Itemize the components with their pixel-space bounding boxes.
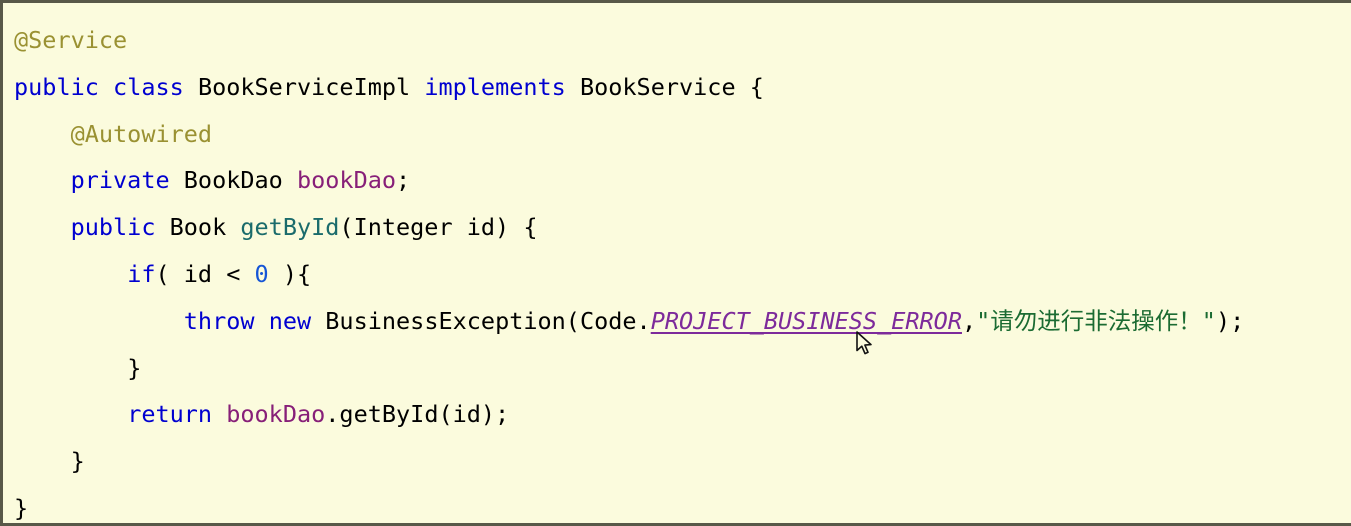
code-token-string: " [1201, 306, 1216, 335]
code-token-plain: BookDao [169, 166, 297, 195]
code-token-plain: .getById(id); [325, 400, 510, 429]
code-token-keyword: new [268, 306, 312, 335]
code-token-keyword: throw [183, 306, 255, 335]
code-line[interactable]: public Book getById(Integer id) { [3, 204, 1351, 251]
code-token-keyword: public [70, 213, 156, 242]
code-token-plain: , [961, 306, 977, 335]
code-line[interactable]: public class BookServiceImpl implements … [3, 64, 1351, 111]
code-token-string: " [976, 306, 991, 335]
code-token-number: 0 [254, 259, 269, 288]
code-line[interactable]: } [3, 345, 1351, 392]
code-token-plain: BookServiceImpl [183, 72, 425, 101]
code-token-keyword: if [127, 259, 156, 288]
code-token-keyword: class [113, 72, 184, 101]
code-token-keyword: private [70, 166, 170, 195]
code-token-plain: (Integer id) { [339, 213, 538, 242]
code-token-field: bookDao [226, 400, 326, 429]
code-token-plain: BusinessException(Code. [311, 306, 651, 335]
code-token-plain: } [14, 493, 29, 522]
code-token-plain: ( id < [155, 259, 255, 288]
code-editor-pane[interactable]: @Service public class BookServiceImpl imp… [0, 0, 1351, 526]
code-token-method: getById [240, 213, 340, 242]
code-line[interactable]: throw new BusinessException(Code.PROJECT… [3, 298, 1351, 345]
code-token-cjk-string: 请勿进行非法操作！ [990, 306, 1202, 335]
code-line[interactable]: private BookDao bookDao; [3, 157, 1351, 204]
code-token-plain: Book [155, 213, 241, 242]
code-token-plain: } [127, 353, 142, 382]
code-token-keyword: implements [424, 72, 566, 101]
code-token-plain: ){ [268, 259, 312, 288]
code-token-annotation: @Service [14, 26, 128, 54]
code-token-keyword: public [14, 72, 99, 101]
code-line[interactable]: } [3, 485, 1351, 523]
code-token-plain: } [70, 447, 85, 476]
code-line[interactable]: @Service [3, 17, 1351, 64]
code-content[interactable]: @Service public class BookServiceImpl imp… [3, 3, 1351, 523]
code-token-field: bookDao [296, 166, 397, 195]
code-token-plain: ); [1215, 306, 1245, 335]
code-line[interactable]: if( id < 0 ){ [3, 251, 1351, 298]
code-line[interactable]: } [3, 438, 1351, 485]
code-token-plain: BookService { [565, 72, 764, 101]
code-token-constant: PROJECT_BUSINESS_ERROR [650, 306, 962, 335]
code-token-plain: ; [396, 166, 411, 195]
code-token-keyword: return [127, 400, 213, 429]
code-line[interactable]: @Autowired [3, 111, 1351, 158]
code-line[interactable]: return bookDao.getById(id); [3, 391, 1351, 438]
code-token-annotation: @Autowired [70, 119, 213, 148]
